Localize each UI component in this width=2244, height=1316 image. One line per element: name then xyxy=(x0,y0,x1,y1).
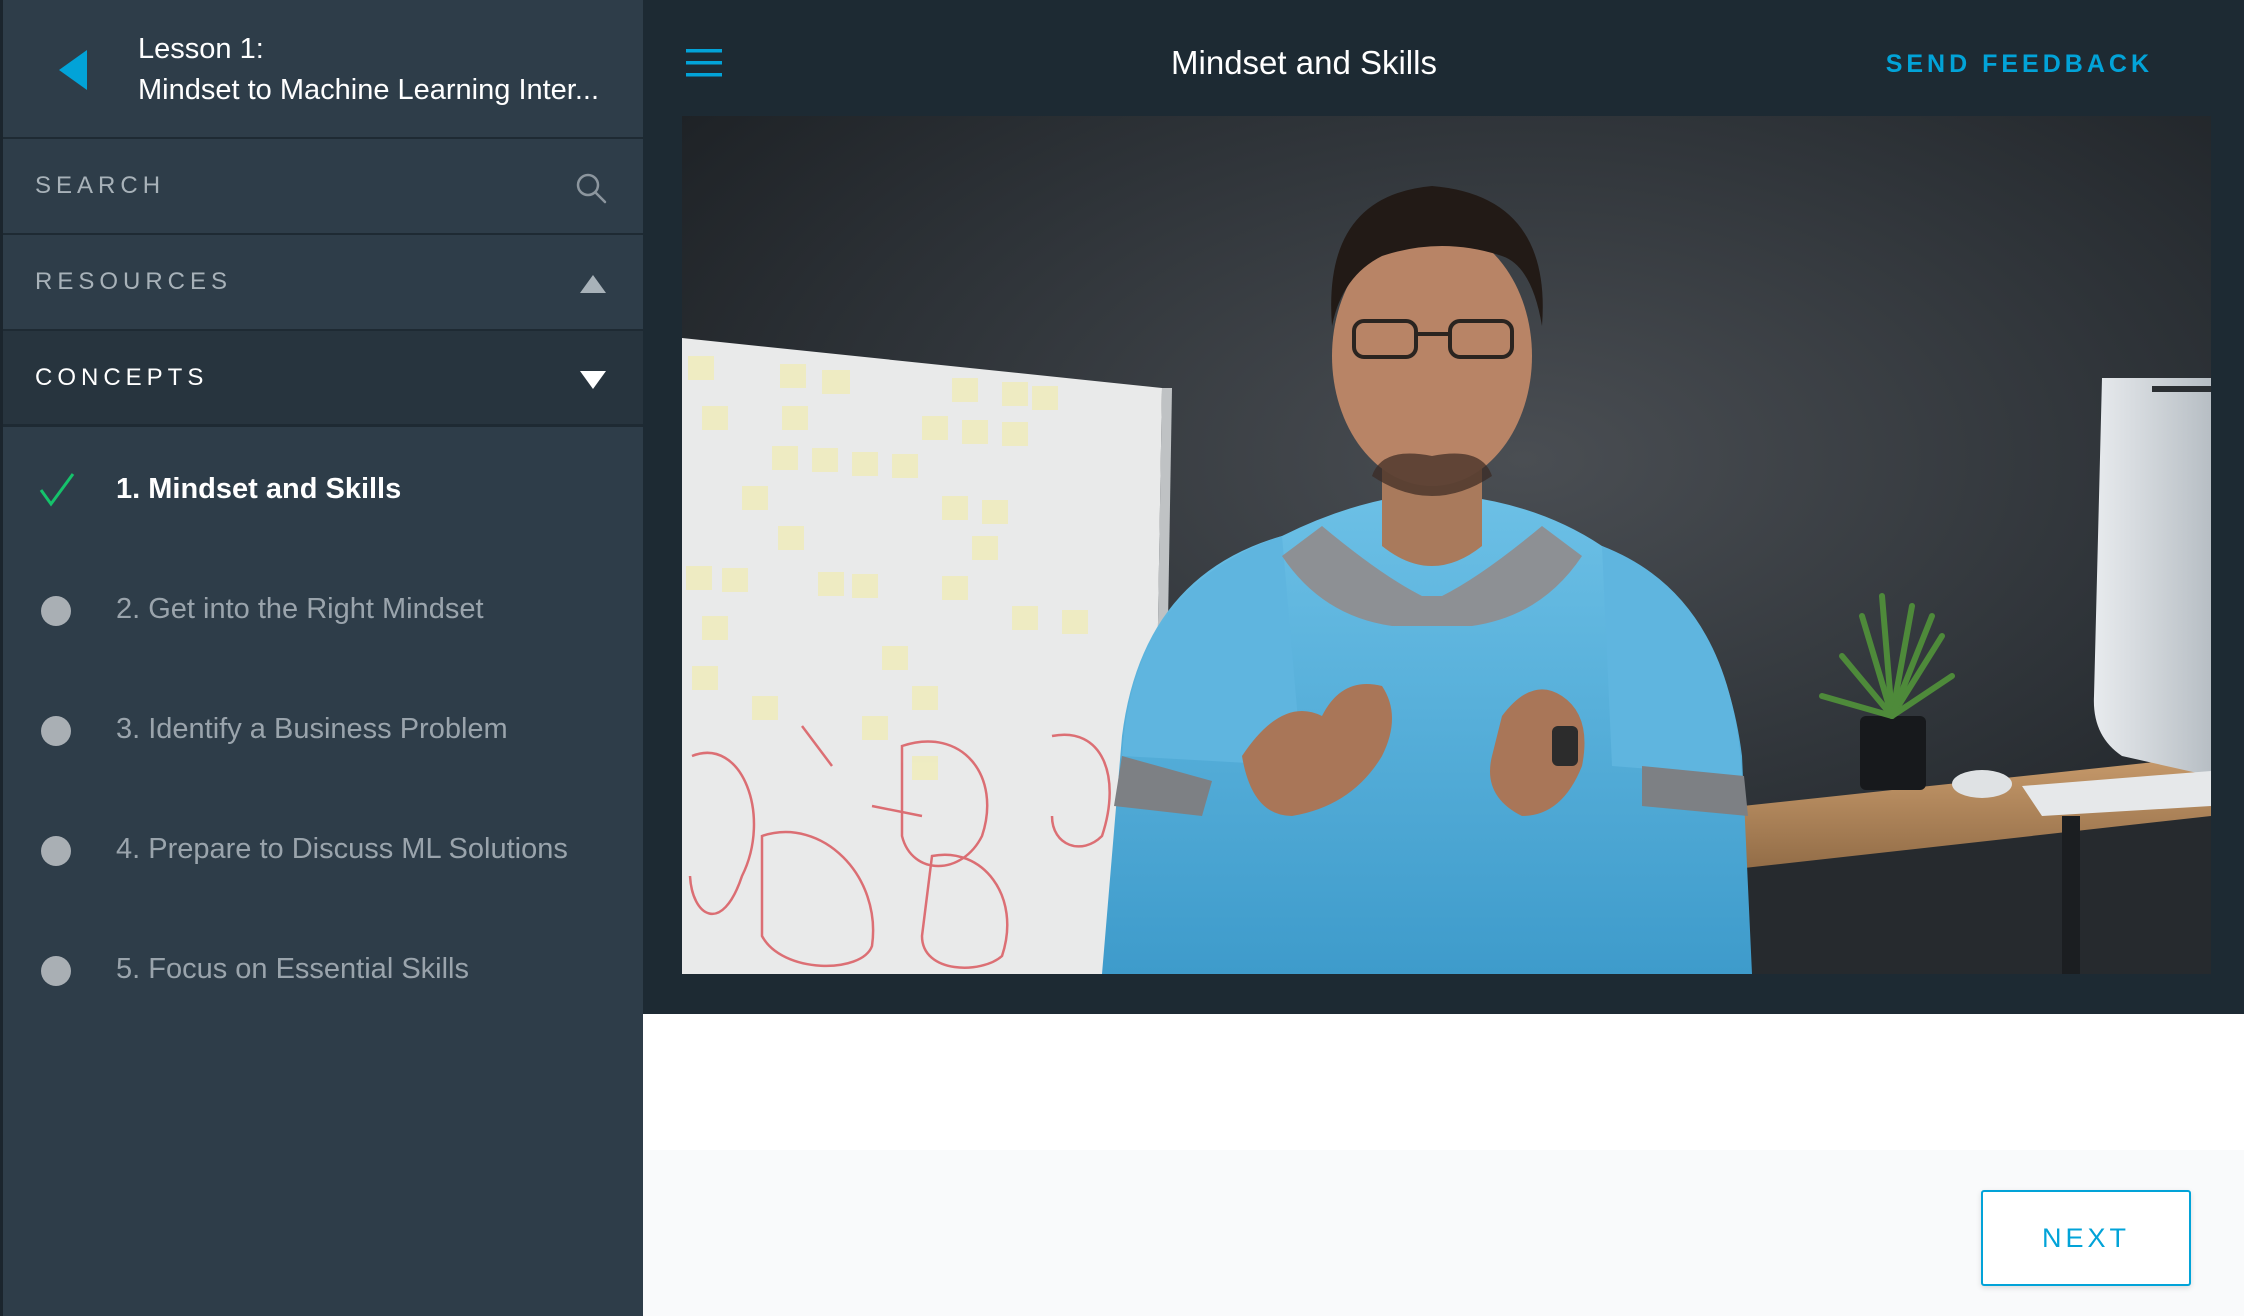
caret-down-icon xyxy=(580,371,606,389)
send-feedback-link[interactable]: SEND FEEDBACK xyxy=(1886,50,2153,79)
resources-label: RESOURCES xyxy=(35,268,233,295)
circle-dot-icon xyxy=(41,836,71,866)
concept-item-identify-a-business-problem[interactable]: 3. Identify a Business Problem xyxy=(3,670,643,790)
next-button[interactable]: NEXT xyxy=(1981,1190,2191,1286)
checkmark-icon xyxy=(39,473,75,507)
lesson-content-area xyxy=(643,1014,2244,1150)
search-bar[interactable]: SEARCH xyxy=(3,139,643,235)
instructor-video-frame xyxy=(682,116,2211,974)
concept-label: 4. Prepare to Discuss ML Solutions xyxy=(116,833,568,865)
video-section xyxy=(643,114,2244,1014)
search-label: SEARCH xyxy=(35,172,166,199)
concept-label: 2. Get into the Right Mindset xyxy=(116,593,484,625)
lesson-title: Mindset to Machine Learning Inter... xyxy=(138,74,600,106)
circle-dot-icon xyxy=(41,716,71,746)
circle-dot-icon xyxy=(41,596,71,626)
concepts-section-toggle[interactable]: CONCEPTS xyxy=(3,331,643,427)
concept-item-focus-on-essential-skills[interactable]: 5. Focus on Essential Skills xyxy=(3,910,643,1030)
lesson-number: Lesson 1: xyxy=(138,33,264,65)
top-bar: Mindset and Skills SEND FEEDBACK xyxy=(643,0,2244,114)
lesson-header: Lesson 1: Mindset to Machine Learning In… xyxy=(3,0,643,139)
concepts-label: CONCEPTS xyxy=(35,364,209,391)
concept-item-mindset-and-skills[interactable]: 1. Mindset and Skills xyxy=(3,430,643,550)
page-title: Mindset and Skills xyxy=(1171,44,1437,81)
search-icon[interactable] xyxy=(575,172,607,204)
video-player[interactable] xyxy=(682,116,2211,974)
classroom-app: Lesson 1: Mindset to Machine Learning In… xyxy=(0,0,2244,1316)
circle-dot-icon xyxy=(41,956,71,986)
back-arrow-icon xyxy=(59,50,87,90)
concept-label: 1. Mindset and Skills xyxy=(116,473,402,505)
concept-label: 5. Focus on Essential Skills xyxy=(116,953,469,985)
concept-label: 3. Identify a Business Problem xyxy=(116,713,508,745)
caret-up-icon xyxy=(580,275,606,293)
concept-item-prepare-to-discuss-ml-solutions[interactable]: 4. Prepare to Discuss ML Solutions xyxy=(3,790,643,910)
concept-item-get-into-the-right-mindset[interactable]: 2. Get into the Right Mindset xyxy=(3,550,643,670)
resources-section-toggle[interactable]: RESOURCES xyxy=(3,235,643,331)
lesson-footer: NEXT xyxy=(643,1150,2244,1316)
sidebar: Lesson 1: Mindset to Machine Learning In… xyxy=(0,0,643,1316)
back-button[interactable] xyxy=(53,46,97,94)
